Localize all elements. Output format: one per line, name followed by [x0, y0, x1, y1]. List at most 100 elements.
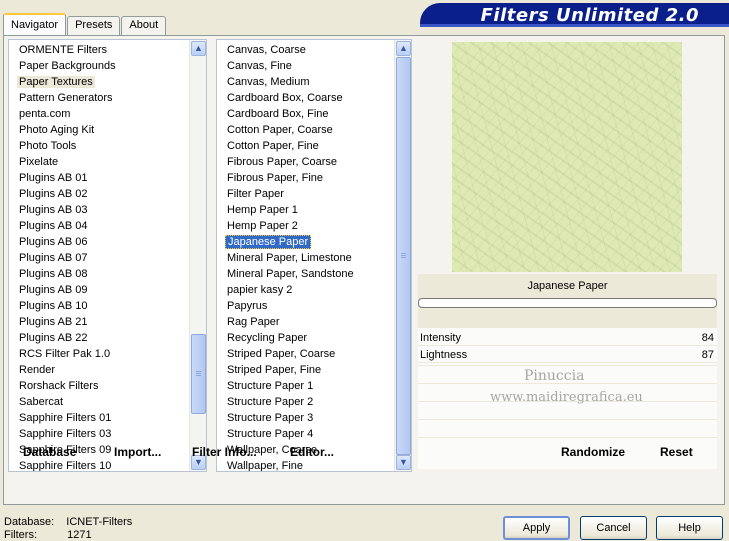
- apply-button[interactable]: Apply: [503, 516, 570, 540]
- category-list-item[interactable]: Paper Textures: [9, 74, 206, 90]
- filter-item-label: Mineral Paper, Sandstone: [227, 268, 354, 280]
- category-item-label: Sapphire Filters 03: [19, 428, 112, 440]
- filter-list-item[interactable]: Structure Paper 2: [217, 394, 411, 410]
- category-scrollbar[interactable]: ▲ ▼: [189, 40, 206, 471]
- category-list-item[interactable]: Rorshack Filters: [9, 378, 206, 394]
- randomize-button[interactable]: Randomize: [561, 445, 625, 459]
- filter-list-item[interactable]: Structure Paper 3: [217, 410, 411, 426]
- filter-list-item[interactable]: Cardboard Box, Coarse: [217, 90, 411, 106]
- filter-list-item[interactable]: Recycling Paper: [217, 330, 411, 346]
- slider-label: Lightness: [420, 349, 468, 361]
- filter-item-label: Cotton Paper, Fine: [227, 140, 319, 152]
- editor-button[interactable]: Editor...: [290, 445, 334, 459]
- category-list[interactable]: ORMENTE Filters Paper Backgrounds Paper Te…: [8, 39, 207, 472]
- filter-list-item[interactable]: Cotton Paper, Fine: [217, 138, 411, 154]
- filter-list-item[interactable]: Striped Paper, Fine: [217, 362, 411, 378]
- category-list-item[interactable]: Sapphire Filters 01: [9, 410, 206, 426]
- filter-item-label: Striped Paper, Fine: [227, 364, 322, 376]
- category-list-item[interactable]: RCS Filter Pak 1.0: [9, 346, 206, 362]
- category-list-item[interactable]: Sapphire Filters 10: [9, 458, 206, 471]
- category-list-item[interactable]: Sabercat: [9, 394, 206, 410]
- filter-list-item[interactable]: Structure Paper 4: [217, 426, 411, 442]
- filter-list-item[interactable]: Papyrus: [217, 298, 411, 314]
- category-list-item[interactable]: Plugins AB 04: [9, 218, 206, 234]
- category-list-item[interactable]: Plugins AB 03: [9, 202, 206, 218]
- slider-lightness[interactable]: Lightness 87: [418, 347, 717, 363]
- filter-list-item[interactable]: Striped Paper, Coarse: [217, 346, 411, 362]
- filter-item-label: Canvas, Fine: [227, 60, 292, 72]
- filter-scrollbar[interactable]: ▲ ▼: [394, 40, 411, 471]
- filter-item-label: Striped Paper, Coarse: [227, 348, 336, 360]
- filter-item-label: Structure Paper 3: [227, 412, 314, 424]
- category-list-item[interactable]: Plugins AB 08: [9, 266, 206, 282]
- scroll-up-button[interactable]: ▲: [191, 41, 206, 56]
- status-filters-value: 1271: [67, 529, 92, 541]
- category-item-label: Plugins AB 01: [19, 172, 88, 184]
- category-list-item[interactable]: penta.com: [9, 106, 206, 122]
- reset-button[interactable]: Reset: [660, 445, 693, 459]
- database-button[interactable]: Database: [23, 445, 76, 459]
- filter-info-button[interactable]: Filter Info...: [192, 445, 257, 459]
- category-list-item[interactable]: Pixelate: [9, 154, 206, 170]
- filter-list-item[interactable]: papier kasy 2: [217, 282, 411, 298]
- category-list-item[interactable]: Photo Tools: [9, 138, 206, 154]
- filter-item-label: Japanese Paper: [225, 235, 312, 249]
- filter-list-item[interactable]: Fibrous Paper, Fine: [217, 170, 411, 186]
- slider-intensity[interactable]: Intensity 84: [418, 330, 717, 346]
- category-list-item[interactable]: Plugins AB 10: [9, 298, 206, 314]
- category-list-item[interactable]: Plugins AB 07: [9, 250, 206, 266]
- filter-item-label: papier kasy 2: [227, 284, 293, 296]
- filter-list-item[interactable]: Hemp Paper 1: [217, 202, 411, 218]
- filter-list-item[interactable]: Cardboard Box, Fine: [217, 106, 411, 122]
- tab-navigator[interactable]: Navigator: [3, 13, 67, 35]
- scroll-up-button[interactable]: ▲: [396, 41, 411, 56]
- filter-list-item[interactable]: Filter Paper: [217, 186, 411, 202]
- tab-presets[interactable]: Presets: [67, 16, 121, 35]
- category-item-label: Plugins AB 09: [19, 284, 88, 296]
- preview-image: [452, 42, 682, 272]
- tab-strip: Navigator Presets About: [3, 13, 167, 35]
- filter-item-label: Hemp Paper 2: [227, 220, 298, 232]
- import-button[interactable]: Import...: [114, 445, 161, 459]
- filter-list-item[interactable]: Mineral Paper, Limestone: [217, 250, 411, 266]
- category-item-label: Plugins AB 03: [19, 204, 88, 216]
- help-button[interactable]: Help: [656, 516, 723, 540]
- category-list-item[interactable]: Plugins AB 01: [9, 170, 206, 186]
- category-list-item[interactable]: Plugins AB 02: [9, 186, 206, 202]
- category-list-item[interactable]: Plugins AB 22: [9, 330, 206, 346]
- filter-item-label: Cardboard Box, Fine: [227, 108, 329, 120]
- filter-item-label: Fibrous Paper, Fine: [227, 172, 323, 184]
- category-item-label: Plugins AB 10: [19, 300, 88, 312]
- filter-list[interactable]: Canvas, Coarse Canvas, Fine Canvas, Medium…: [216, 39, 412, 472]
- category-list-item[interactable]: Sapphire Filters 03: [9, 426, 206, 442]
- scroll-thumb[interactable]: [396, 57, 411, 455]
- category-item-label: Paper Backgrounds: [19, 60, 116, 72]
- scroll-down-button[interactable]: ▼: [396, 455, 411, 470]
- filter-list-item[interactable]: Canvas, Fine: [217, 58, 411, 74]
- category-list-item[interactable]: ORMENTE Filters: [9, 42, 206, 58]
- filter-list-item[interactable]: Wallpaper, Fine: [217, 458, 411, 471]
- category-list-item[interactable]: Plugins AB 21: [9, 314, 206, 330]
- category-list-item[interactable]: Paper Backgrounds: [9, 58, 206, 74]
- filter-list-item[interactable]: Canvas, Medium: [217, 74, 411, 90]
- category-list-item[interactable]: Pattern Generators: [9, 90, 206, 106]
- filter-list-item[interactable]: Rag Paper: [217, 314, 411, 330]
- filter-list-item[interactable]: Canvas, Coarse: [217, 42, 411, 58]
- filter-list-item[interactable]: Fibrous Paper, Coarse: [217, 154, 411, 170]
- category-list-item[interactable]: Photo Aging Kit: [9, 122, 206, 138]
- filter-list-item[interactable]: Mineral Paper, Sandstone: [217, 266, 411, 282]
- filter-list-item[interactable]: Hemp Paper 2: [217, 218, 411, 234]
- scroll-thumb[interactable]: [191, 334, 206, 414]
- filter-item-label: Cotton Paper, Coarse: [227, 124, 333, 136]
- tab-about[interactable]: About: [121, 16, 167, 35]
- category-list-item[interactable]: Plugins AB 09: [9, 282, 206, 298]
- filter-list-item[interactable]: Structure Paper 1: [217, 378, 411, 394]
- filter-list-item[interactable]: Japanese Paper: [217, 234, 411, 250]
- category-list-item[interactable]: Plugins AB 06: [9, 234, 206, 250]
- filter-item-label: Rag Paper: [227, 316, 280, 328]
- status-database-label: Database:: [4, 516, 55, 528]
- filter-list-item[interactable]: Cotton Paper, Coarse: [217, 122, 411, 138]
- category-list-item[interactable]: Render: [9, 362, 206, 378]
- watermark-name: Pinuccia: [524, 368, 585, 384]
- cancel-button[interactable]: Cancel: [580, 516, 647, 540]
